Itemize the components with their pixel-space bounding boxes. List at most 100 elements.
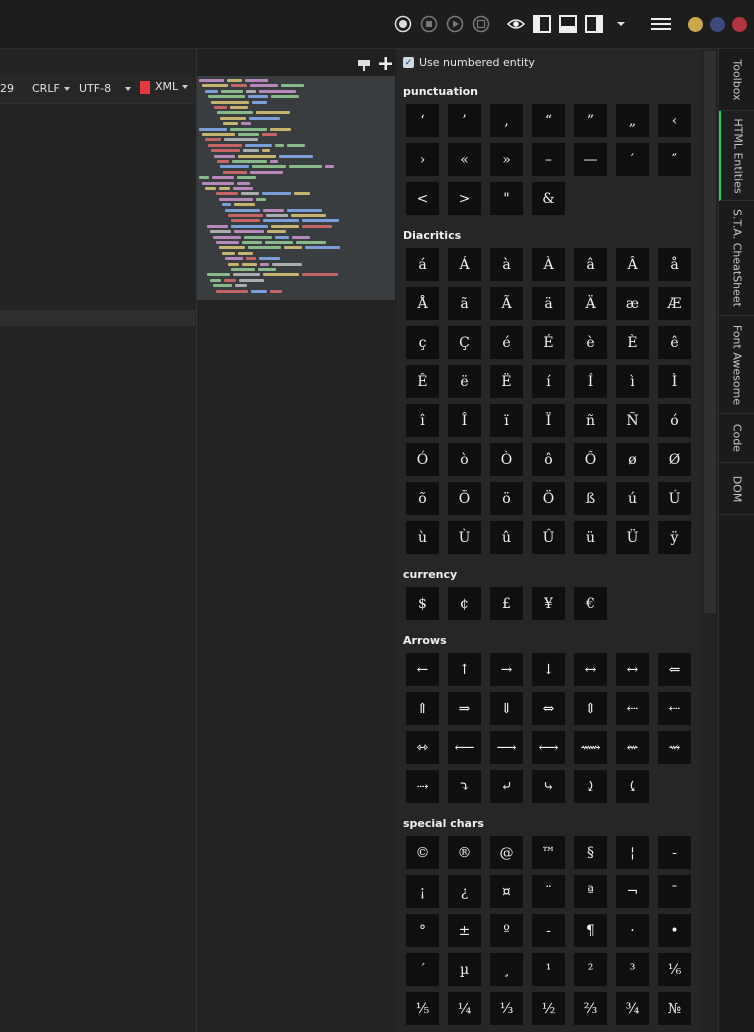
entity-button[interactable]: ⇢ xyxy=(406,770,439,803)
save-macro-icon[interactable] xyxy=(472,15,490,33)
entity-button[interactable]: ⇿ xyxy=(406,731,439,764)
stop-icon[interactable] xyxy=(420,15,438,33)
side-tab[interactable]: HTML Entities xyxy=(719,111,754,201)
entity-button[interactable]: À xyxy=(532,248,565,281)
entity-button[interactable]: Ì xyxy=(658,365,691,398)
entity-button[interactable]: å xyxy=(658,248,691,281)
entity-button[interactable]: ¹ xyxy=(532,953,565,986)
entity-button[interactable]: @ xyxy=(490,836,523,869)
entity-button[interactable]: Û xyxy=(532,521,565,554)
entity-button[interactable]: ¿ xyxy=(448,875,481,908)
entity-button[interactable]: í xyxy=(532,365,565,398)
entity-button[interactable]: ñ xyxy=(574,404,607,437)
entity-button[interactable]: « xyxy=(448,143,481,176)
entity-button[interactable]: à xyxy=(490,248,523,281)
entity-button[interactable]: ⅙ xyxy=(658,953,691,986)
entity-button[interactable]: ¯ xyxy=(658,875,691,908)
entity-button[interactable]: → xyxy=(490,653,523,686)
entity-button[interactable]: ⟿ xyxy=(574,731,607,764)
entity-button[interactable]: ¦ xyxy=(616,836,649,869)
entity-button[interactable]: ¢ xyxy=(448,587,481,620)
entity-button[interactable]: á xyxy=(406,248,439,281)
entity-button[interactable]: ↓ xyxy=(532,653,565,686)
entity-button[interactable]: ö xyxy=(490,482,523,515)
layout-right-icon[interactable] xyxy=(585,15,603,33)
entity-button[interactable]: Ñ xyxy=(616,404,649,437)
entity-button[interactable]: · xyxy=(616,914,649,947)
entity-button[interactable]: â xyxy=(574,248,607,281)
entity-button[interactable]: ↔ xyxy=(574,653,607,686)
layout-left-icon[interactable] xyxy=(533,15,551,33)
entity-button[interactable]: £ xyxy=(490,587,523,620)
code-minimap[interactable] xyxy=(197,76,395,300)
record-icon[interactable] xyxy=(394,15,412,33)
entity-button[interactable]: µ xyxy=(448,953,481,986)
entity-button[interactable]: æ xyxy=(616,287,649,320)
entity-button[interactable]: ⤵ xyxy=(448,770,481,803)
entity-button[interactable]: ³ xyxy=(616,953,649,986)
entity-button[interactable]: ⇐ xyxy=(658,653,691,686)
entity-button[interactable]: õ xyxy=(406,482,439,515)
entity-button[interactable]: Â xyxy=(616,248,649,281)
entity-button[interactable]: Ë xyxy=(490,365,523,398)
entity-button[interactable]: “ xyxy=(532,104,565,137)
entity-button[interactable]: Õ xyxy=(448,482,481,515)
entity-button[interactable]: ‚ xyxy=(490,104,523,137)
entity-button[interactable]: ª xyxy=(574,875,607,908)
layout-bottom-icon[interactable] xyxy=(559,15,577,33)
entity-button[interactable]: Ú xyxy=(658,482,691,515)
entity-button[interactable]: ì xyxy=(616,365,649,398)
line-number[interactable]: 29 xyxy=(0,82,14,95)
entity-button[interactable]: è xyxy=(574,326,607,359)
code-editor[interactable] xyxy=(0,49,197,1032)
entity-button[interactable]: & xyxy=(532,182,565,215)
entity-button[interactable]: » xyxy=(490,143,523,176)
side-tab[interactable]: Font Awesome xyxy=(719,316,754,414)
entity-button[interactable]: ⅔ xyxy=(574,992,607,1025)
entity-button[interactable]: ø xyxy=(616,443,649,476)
close-button[interactable] xyxy=(732,17,747,32)
entity-button[interactable]: ÿ xyxy=(658,521,691,554)
entity-button[interactable]: ¼ xyxy=(448,992,481,1025)
entity-button[interactable]: ⤹ xyxy=(616,770,649,803)
entity-button[interactable]: ⇕ xyxy=(574,692,607,725)
entity-button[interactable]: > xyxy=(448,182,481,215)
entity-button[interactable]: ° xyxy=(406,914,439,947)
entity-button[interactable]: Ü xyxy=(616,521,649,554)
entity-button[interactable]: © xyxy=(406,836,439,869)
line-ending-select[interactable]: CRLF xyxy=(32,82,70,95)
entity-button[interactable]: Î xyxy=(448,404,481,437)
entity-button[interactable]: ¤ xyxy=(490,875,523,908)
entity-button[interactable]: ™ xyxy=(532,836,565,869)
entity-button[interactable]: ⇓ xyxy=(490,692,523,725)
add-icon[interactable] xyxy=(379,55,392,70)
entity-button[interactable]: Ô xyxy=(574,443,607,476)
entity-button[interactable]: § xyxy=(574,836,607,869)
entity-button[interactable]: - xyxy=(658,836,691,869)
entity-button[interactable]: ⅕ xyxy=(406,992,439,1025)
entity-button[interactable]: ⇑ xyxy=(406,692,439,725)
entity-button[interactable]: Ö xyxy=(532,482,565,515)
entity-button[interactable]: › xyxy=(406,143,439,176)
entity-button[interactable]: ã xyxy=(448,287,481,320)
entity-button[interactable]: ” xyxy=(574,104,607,137)
entity-button[interactable]: î xyxy=(406,404,439,437)
entity-button[interactable]: Å xyxy=(406,287,439,320)
minimize-button[interactable] xyxy=(688,17,703,32)
entity-button[interactable]: ¸ xyxy=(490,953,523,986)
entity-button[interactable]: ´ xyxy=(406,953,439,986)
entity-button[interactable]: ó xyxy=(658,404,691,437)
entity-button[interactable]: Á xyxy=(448,248,481,281)
entity-button[interactable]: $ xyxy=(406,587,439,620)
entity-button[interactable]: Ø xyxy=(658,443,691,476)
entity-button[interactable]: < xyxy=(406,182,439,215)
entity-button[interactable]: — xyxy=(574,143,607,176)
entity-button[interactable]: ¥ xyxy=(532,587,565,620)
pin-icon[interactable] xyxy=(357,56,371,71)
entity-button[interactable]: ® xyxy=(448,836,481,869)
entity-button[interactable]: ü xyxy=(574,521,607,554)
side-tab[interactable]: Code xyxy=(719,414,754,463)
entity-button[interactable]: ² xyxy=(574,953,607,986)
entity-button[interactable]: ⇠ xyxy=(616,692,649,725)
eye-icon[interactable] xyxy=(507,15,525,33)
